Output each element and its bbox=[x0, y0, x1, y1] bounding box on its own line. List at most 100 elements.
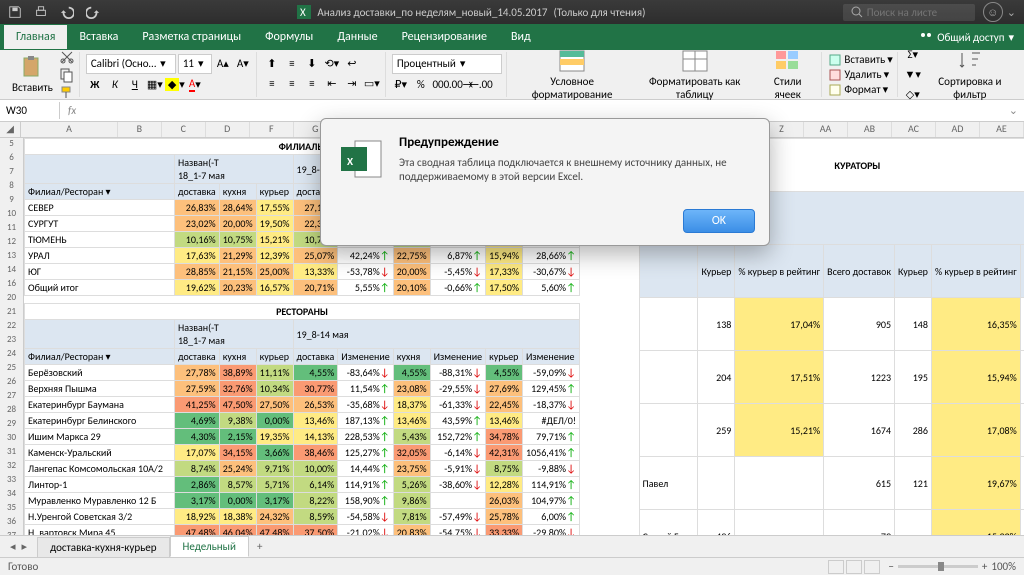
row-header[interactable]: 33 bbox=[0, 474, 24, 488]
number-format-select[interactable]: Процентный▾ bbox=[392, 54, 502, 74]
table-row[interactable]: Линтор-12,86%8,57%5,71%6,14%114,91%↑5,26… bbox=[25, 477, 580, 493]
row-header[interactable]: 34 bbox=[0, 488, 24, 502]
align-top-icon[interactable]: ⬆ bbox=[263, 55, 281, 73]
col-header[interactable]: AC bbox=[892, 122, 936, 137]
row-header[interactable]: 22 bbox=[0, 320, 24, 334]
table-row[interactable]: Каменск-Уральский17,07%34,15%3,66%38,46%… bbox=[25, 445, 580, 461]
zoom-out-icon[interactable]: − bbox=[888, 560, 893, 573]
zoom-level[interactable]: 100% bbox=[991, 560, 1016, 573]
tab-view[interactable]: Вид bbox=[499, 25, 543, 49]
table-row[interactable]: Екатеринбург Белинского4,69%9,38%0,00%13… bbox=[25, 413, 580, 429]
zoom-in-icon[interactable]: + bbox=[982, 560, 987, 573]
search-box[interactable] bbox=[843, 4, 975, 21]
undo-icon[interactable] bbox=[60, 5, 74, 19]
select-all-corner[interactable]: ◢ bbox=[0, 122, 21, 137]
table-row[interactable]: 20417,51%122319515,94%-8,94%↓ bbox=[639, 351, 1024, 404]
table-row[interactable]: Общий итог19,62%20,23%16,57%20,71%5,55%↑… bbox=[25, 280, 580, 296]
sheet-tab[interactable]: доставка-кухня-курьер bbox=[37, 537, 169, 557]
row-header[interactable]: 9 bbox=[0, 194, 24, 208]
conditional-format-button[interactable]: Условное форматирование bbox=[513, 47, 632, 103]
save-icon[interactable] bbox=[8, 5, 22, 19]
col-header[interactable]: B bbox=[118, 122, 162, 137]
row-header[interactable]: 23 bbox=[0, 334, 24, 348]
sheet-tab[interactable]: Недельный bbox=[170, 536, 249, 557]
merge-icon[interactable]: ▭▾ bbox=[363, 75, 381, 93]
col-header[interactable]: F bbox=[250, 122, 294, 137]
row-header[interactable]: 30 bbox=[0, 432, 24, 446]
zoom-slider[interactable] bbox=[898, 565, 978, 568]
row-header[interactable]: 20 bbox=[0, 292, 24, 306]
row-header[interactable]: 28 bbox=[0, 404, 24, 418]
table-row[interactable]: Лангепас Комсомольская 10А/28,74%25,24%9… bbox=[25, 461, 580, 477]
sort-filter-button[interactable]: Сортировка и фильтр bbox=[924, 47, 1016, 103]
cut-icon[interactable] bbox=[59, 49, 75, 65]
table-row[interactable]: Н.Уренгой Советская 3/218,92%18,38%24,32… bbox=[25, 509, 580, 525]
increase-indent-icon[interactable]: ⇥ bbox=[343, 75, 361, 93]
row-header[interactable]: 31 bbox=[0, 446, 24, 460]
wrap-text-icon[interactable]: ↩ bbox=[343, 55, 361, 73]
row-header[interactable]: 35 bbox=[0, 502, 24, 516]
tab-layout[interactable]: Разметка страницы bbox=[130, 25, 253, 49]
cell-styles-button[interactable]: Стили ячеек bbox=[758, 47, 818, 103]
name-box[interactable]: W30 bbox=[0, 102, 60, 119]
expand-formula-icon[interactable]: ⌄ bbox=[1003, 104, 1024, 117]
tab-insert[interactable]: Вставка bbox=[67, 25, 130, 49]
share-button[interactable]: Общий доступ ▾ bbox=[909, 25, 1024, 49]
page-layout-icon[interactable] bbox=[846, 560, 862, 574]
formula-input[interactable] bbox=[84, 109, 1003, 113]
row-header[interactable]: 12 bbox=[0, 236, 24, 250]
format-table-button[interactable]: Форматировать как таблицу bbox=[633, 47, 755, 103]
table-row[interactable]: Екатеринбург Баумана41,25%47,50%27,50%26… bbox=[25, 397, 580, 413]
row-header[interactable]: 6 bbox=[0, 152, 24, 166]
row-header[interactable]: 24 bbox=[0, 348, 24, 362]
table-row[interactable]: УРАЛ17,63%21,29%12,39%25,07%42,24%↑22,75… bbox=[25, 248, 580, 264]
tab-formulas[interactable]: Формулы bbox=[253, 25, 325, 49]
row-header[interactable]: 13 bbox=[0, 250, 24, 264]
bold-button[interactable]: Ж bbox=[86, 76, 104, 94]
row-header[interactable]: 5 bbox=[0, 138, 24, 152]
table-row[interactable]: 25915,21%167428617,08%12,34%↑ bbox=[639, 404, 1024, 457]
table-row[interactable]: Верхняя Пышма27,59%32,76%10,34%30,77%11,… bbox=[25, 381, 580, 397]
row-header[interactable]: 27 bbox=[0, 390, 24, 404]
decrease-indent-icon[interactable]: ⇤ bbox=[323, 75, 341, 93]
copy-icon[interactable] bbox=[59, 67, 75, 83]
fill-icon[interactable]: ▼▾ bbox=[904, 66, 922, 84]
col-header[interactable]: AB bbox=[848, 122, 892, 137]
redo-icon[interactable] bbox=[86, 5, 100, 19]
align-bottom-icon[interactable]: ⬇ bbox=[303, 55, 321, 73]
format-painter-icon[interactable] bbox=[59, 85, 75, 101]
underline-button[interactable]: Ч bbox=[126, 76, 144, 94]
align-left-icon[interactable]: ≡ bbox=[263, 75, 281, 93]
border-icon[interactable]: ▦▾ bbox=[146, 76, 164, 94]
increase-font-icon[interactable]: A▴ bbox=[214, 55, 232, 73]
percent-icon[interactable]: % bbox=[412, 76, 430, 94]
align-center-icon[interactable]: ≡ bbox=[283, 75, 301, 93]
align-middle-icon[interactable]: ≡ bbox=[283, 55, 301, 73]
chevron-down-icon[interactable]: ⌄ bbox=[1007, 6, 1016, 19]
table-row[interactable]: Павел61512119,67%12,53%↑ bbox=[639, 457, 1024, 510]
row-header[interactable]: 25 bbox=[0, 362, 24, 376]
last-sheet-icon[interactable]: ▸ bbox=[20, 540, 30, 553]
add-sheet-button[interactable]: + bbox=[249, 537, 270, 556]
orientation-icon[interactable]: ⟲▾ bbox=[323, 55, 341, 73]
font-size-select[interactable]: 11▾ bbox=[178, 54, 212, 74]
increase-decimal-icon[interactable]: .00→ bbox=[452, 76, 470, 94]
tab-review[interactable]: Рецензирование bbox=[390, 25, 499, 49]
ok-button[interactable]: OK bbox=[683, 209, 755, 233]
font-name-select[interactable]: Calibri (Осно…▾ bbox=[86, 54, 176, 74]
table-row[interactable]: 13817,04%90514816,35%-4,01%↓ bbox=[639, 298, 1024, 351]
insert-cells-button[interactable]: Вставить▾ bbox=[828, 53, 892, 67]
row-header[interactable]: 29 bbox=[0, 418, 24, 432]
italic-button[interactable]: К bbox=[106, 76, 124, 94]
row-header[interactable]: 26 bbox=[0, 376, 24, 390]
currency-icon[interactable]: ₽▾ bbox=[392, 76, 410, 94]
row-header[interactable]: 7 bbox=[0, 166, 24, 180]
table-row[interactable]: Берёзовский27,78%38,89%11,11%4,55%-83,64… bbox=[25, 365, 580, 381]
decrease-decimal-icon[interactable]: ←.00 bbox=[472, 76, 490, 94]
col-header[interactable]: C bbox=[162, 122, 206, 137]
fill-color-icon[interactable]: ◆▾ bbox=[166, 76, 184, 94]
feedback-icon[interactable]: ☺ bbox=[983, 2, 1003, 22]
row-header[interactable]: 11 bbox=[0, 222, 24, 236]
fx-icon[interactable]: fx bbox=[60, 104, 84, 117]
col-header[interactable]: D bbox=[206, 122, 250, 137]
